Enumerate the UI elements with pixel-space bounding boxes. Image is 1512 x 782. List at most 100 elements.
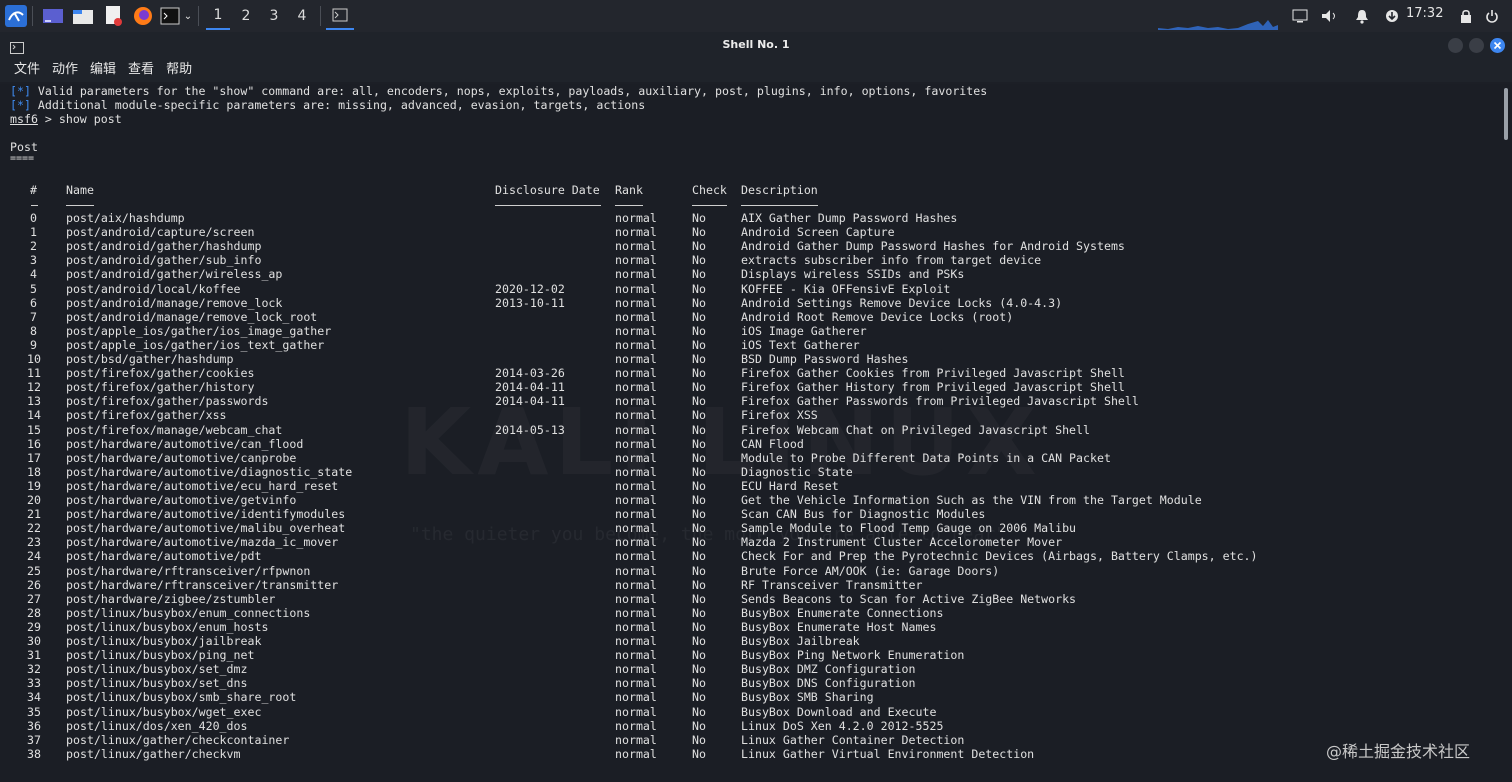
row-rank: normal (615, 605, 657, 620)
command-line: msf6 > show post (10, 112, 122, 126)
row-name: post/hardware/automotive/can_flood (66, 436, 304, 451)
menu-view[interactable]: 查看 (128, 58, 154, 82)
row-description: Mazda 2 Instrument Cluster Accelorometer… (741, 535, 1063, 550)
header-name: Name (66, 183, 94, 197)
row-description: BusyBox Enumerate Connections (741, 605, 944, 620)
row-date: 2014-05-13 (495, 422, 565, 437)
header-date: Disclosure Date (495, 183, 600, 197)
notification-bell-icon[interactable] (1352, 4, 1372, 28)
row-number: 37 (27, 732, 41, 747)
row-rank: normal (615, 478, 657, 493)
row-name: post/hardware/automotive/pdt (66, 549, 262, 564)
row-name: post/linux/busybox/set_dmz (66, 662, 248, 677)
section-underline: ==== (10, 153, 35, 164)
row-rank: normal (615, 422, 657, 437)
row-description: AIX Gather Dump Password Hashes (741, 211, 958, 225)
row-check: No (692, 408, 706, 423)
row-check: No (692, 464, 706, 479)
row-name: post/linux/busybox/wget_exec (66, 704, 262, 719)
clock[interactable]: 17:32 (1406, 6, 1443, 21)
row-name: post/linux/dos/xen_420_dos (66, 718, 248, 733)
update-icon[interactable] (1382, 4, 1402, 28)
row-check: No (692, 225, 706, 240)
row-number: 13 (27, 394, 41, 409)
row-rank: normal (615, 408, 657, 423)
row-description: Linux Gather Virtual Environment Detecti… (741, 746, 1035, 761)
row-check: No (692, 352, 706, 366)
row-number: 30 (27, 634, 41, 648)
row-rank: normal (615, 464, 657, 479)
row-name: post/bsd/gather/hashdump (66, 352, 234, 366)
row-date: 2014-03-26 (495, 366, 565, 381)
row-rank: normal (615, 577, 657, 592)
row-description: RF Transceiver Transmitter (741, 577, 923, 592)
terminal-launcher-icon[interactable] (158, 4, 182, 28)
row-number: 25 (27, 563, 41, 578)
terminal-scrollbar[interactable] (1500, 84, 1512, 782)
row-check: No (692, 450, 706, 465)
row-description: BusyBox Ping Network Enumeration (741, 648, 965, 663)
scrollbar-thumb[interactable] (1504, 88, 1508, 140)
row-check: No (692, 309, 706, 324)
text-editor-icon[interactable] (100, 4, 126, 28)
row-number: 21 (27, 507, 41, 522)
row-rank: normal (615, 535, 657, 550)
window-title: Shell No. 1 (722, 38, 790, 51)
row-name: post/android/local/koffee (66, 281, 241, 296)
window-titlebar[interactable]: Shell No. 1 (0, 32, 1512, 58)
row-name: post/linux/busybox/jailbreak (66, 634, 262, 648)
workspace-2[interactable]: 2 (234, 2, 258, 30)
row-rank: normal (615, 634, 657, 648)
row-rank: normal (615, 732, 657, 747)
file-manager-icon[interactable] (70, 4, 96, 28)
kali-menu-icon[interactable] (4, 4, 28, 28)
row-rank: normal (615, 211, 657, 225)
taskbar-terminal-window[interactable] (326, 2, 354, 30)
row-name: post/android/capture/screen (66, 225, 255, 240)
row-check: No (692, 591, 706, 606)
row-rank: normal (615, 239, 657, 254)
row-number: 16 (27, 436, 41, 451)
row-description: Android Settings Remove Device Locks (4.… (741, 295, 1063, 310)
row-name: post/linux/gather/checkcontainer (66, 732, 290, 747)
row-check: No (692, 535, 706, 550)
power-icon[interactable] (1482, 4, 1502, 28)
menu-help[interactable]: 帮助 (166, 58, 192, 82)
menu-actions[interactable]: 动作 (52, 58, 78, 82)
row-check: No (692, 267, 706, 282)
row-number: 14 (27, 408, 41, 423)
msf-prompt: msf6 (10, 112, 38, 126)
close-button[interactable] (1490, 38, 1505, 53)
terminal-output[interactable]: KALI LINUX "the quieter you become, the … (0, 84, 1500, 782)
row-date: 2020-12-02 (495, 281, 565, 296)
row-rank: normal (615, 507, 657, 522)
workspace-1[interactable]: 1 (206, 2, 230, 30)
workspace-3[interactable]: 3 (262, 2, 286, 30)
launcher-dropdown-icon[interactable]: ⌄ (182, 4, 194, 28)
row-check: No (692, 718, 706, 733)
volume-icon[interactable] (1320, 4, 1340, 28)
row-check: No (692, 323, 706, 338)
show-desktop-icon[interactable] (40, 4, 66, 28)
row-check: No (692, 436, 706, 451)
menu-edit[interactable]: 编辑 (90, 58, 116, 82)
row-check: No (692, 521, 706, 536)
row-description: Firefox Gather Passwords from Privileged… (741, 394, 1139, 409)
workspace-4[interactable]: 4 (290, 2, 314, 30)
row-rank: normal (615, 619, 657, 634)
row-check: No (692, 634, 706, 648)
minimize-button[interactable] (1448, 38, 1463, 53)
row-description: BusyBox DMZ Configuration (741, 662, 916, 677)
row-rank: normal (615, 281, 657, 296)
row-description: KOFFEE - Kia OFFensivE Exploit (741, 281, 951, 296)
row-check: No (692, 732, 706, 747)
row-number: 9 (30, 337, 37, 352)
maximize-button[interactable] (1469, 38, 1484, 53)
lock-screen-icon[interactable] (1456, 4, 1476, 28)
display-icon[interactable] (1290, 4, 1310, 28)
menu-file[interactable]: 文件 (14, 58, 40, 82)
firefox-icon[interactable] (130, 4, 156, 28)
row-name: post/linux/gather/checkvm (66, 746, 241, 761)
row-check: No (692, 493, 706, 507)
row-rank: normal (615, 718, 657, 733)
